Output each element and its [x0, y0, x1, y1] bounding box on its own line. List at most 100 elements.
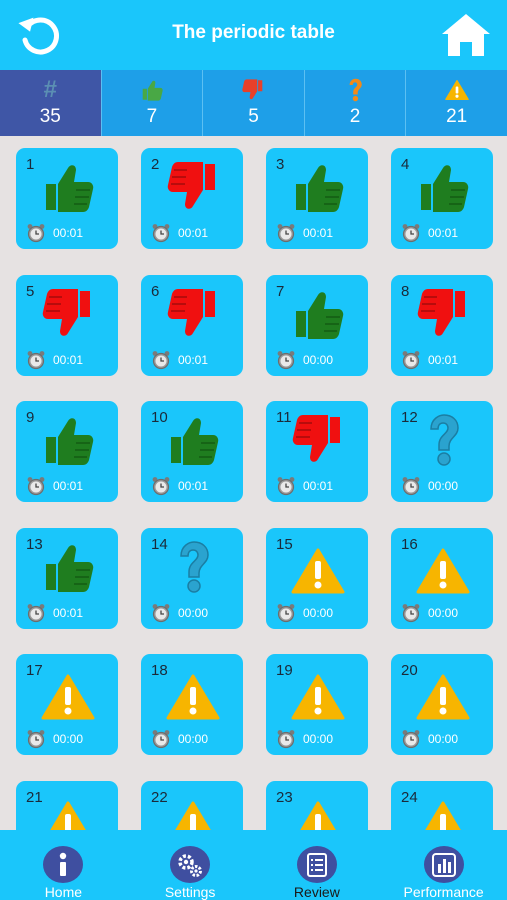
- stat-unsure[interactable]: 2: [305, 70, 407, 136]
- question-tile[interactable]: 24: [391, 780, 493, 830]
- thumbs-up-icon: [292, 160, 344, 214]
- tab-performance-label: Performance: [403, 884, 484, 900]
- question-time: 00:01: [53, 352, 84, 367]
- question-tile[interactable]: 23: [266, 780, 368, 830]
- warning-icon: [291, 799, 343, 830]
- question-tile[interactable]: 3 00:01: [266, 148, 368, 249]
- stat-unanswered-value: 21: [446, 106, 468, 127]
- warning-icon: [41, 799, 93, 830]
- thumbs-up-icon: [167, 413, 219, 467]
- question-number: 8: [401, 282, 410, 300]
- alarm-clock-icon: [26, 223, 46, 243]
- thumbs-down-icon: [242, 79, 263, 100]
- thumbs-down-icon: [292, 413, 344, 467]
- question-tile[interactable]: 15 00:00: [266, 527, 368, 629]
- tab-settings[interactable]: Settings: [127, 830, 254, 900]
- question-tile[interactable]: 13 00:01: [16, 527, 118, 629]
- question-tile[interactable]: 11 00:01: [266, 401, 368, 502]
- question-tile[interactable]: 6 00:01: [141, 274, 243, 376]
- question-tile[interactable]: 18 00:00: [141, 654, 243, 755]
- alarm-clock-icon: [401, 223, 421, 243]
- question-time: 00:00: [303, 732, 334, 746]
- question-tile[interactable]: 17 00:00: [16, 654, 118, 755]
- question-tile[interactable]: 19 00:00: [266, 654, 368, 755]
- question-number: 1: [26, 156, 35, 173]
- stat-correct[interactable]: 7: [102, 70, 204, 136]
- alarm-clock-icon: [151, 223, 171, 243]
- tab-home[interactable]: Home: [0, 830, 127, 900]
- question-number: 12: [401, 409, 418, 426]
- thumbs-up-icon: [42, 160, 94, 214]
- question-tile[interactable]: 4 00:01: [391, 148, 493, 249]
- question-time: 00:01: [178, 479, 209, 493]
- question-tile[interactable]: 16 00:00: [391, 527, 493, 629]
- tab-review[interactable]: Review: [254, 830, 381, 900]
- stat-total[interactable]: # 35: [0, 70, 102, 136]
- question-icon: [167, 540, 219, 594]
- stat-wrong[interactable]: 5: [203, 70, 305, 136]
- question-tile[interactable]: 8 00:01: [391, 274, 493, 376]
- question-tile[interactable]: 9 00:01: [16, 401, 118, 502]
- bottom-tab-bar: Home Settings Review Performance: [0, 830, 507, 900]
- question-time: 00:01: [53, 479, 84, 493]
- question-number: 10: [151, 409, 168, 426]
- alarm-clock-icon: [401, 603, 421, 623]
- thumbs-up-icon: [142, 80, 163, 101]
- question-icon: [349, 78, 362, 102]
- thumbs-up-icon: [42, 413, 94, 467]
- question-number: 5: [26, 282, 35, 300]
- question-grid: 1 00:01 2 00:01 3 00:01 4 00:01 5 00:01 6 00:01 7 00:…: [0, 136, 507, 830]
- alarm-clock-icon: [151, 729, 171, 749]
- warning-icon: [416, 799, 468, 830]
- question-tile[interactable]: 12 00:00: [391, 401, 493, 502]
- home-button[interactable]: [440, 12, 492, 58]
- question-tile[interactable]: 5 00:01: [16, 274, 118, 376]
- warning-icon: [166, 799, 218, 830]
- stats-bar: # 35 7 5 2 21: [0, 70, 507, 136]
- question-icon: [417, 413, 469, 467]
- thumbs-down-icon: [167, 287, 219, 341]
- question-tile[interactable]: 1 00:01: [16, 148, 118, 249]
- thumbs-down-icon: [167, 160, 219, 214]
- list-icon: [296, 846, 337, 883]
- question-number: 2: [151, 156, 160, 173]
- warning-icon: [41, 672, 95, 726]
- stat-wrong-value: 5: [248, 106, 259, 127]
- question-tile[interactable]: 21: [16, 780, 118, 830]
- alarm-clock-icon: [151, 350, 171, 370]
- alarm-clock-icon: [26, 476, 46, 496]
- question-time: 00:01: [178, 226, 209, 240]
- question-number: 4: [401, 156, 410, 173]
- question-tile[interactable]: 7 00:00: [266, 274, 368, 376]
- thumbs-up-icon: [42, 540, 94, 594]
- question-time: 00:01: [53, 605, 84, 620]
- question-time: 00:01: [303, 226, 334, 240]
- question-tile[interactable]: 20 00:00: [391, 654, 493, 755]
- tab-review-label: Review: [293, 884, 340, 900]
- alarm-clock-icon: [151, 603, 171, 623]
- question-time: 00:00: [303, 605, 334, 620]
- warning-icon: [291, 672, 345, 726]
- question-number: 6: [151, 282, 160, 300]
- alarm-clock-icon: [401, 350, 421, 370]
- question-tile[interactable]: 14 00:00: [141, 527, 243, 629]
- info-icon: [43, 846, 84, 883]
- alarm-clock-icon: [276, 729, 296, 749]
- warning-icon: [291, 546, 345, 600]
- alarm-clock-icon: [401, 729, 421, 749]
- stat-unsure-value: 2: [349, 106, 361, 127]
- question-tile[interactable]: 2 00:01: [141, 148, 243, 249]
- question-time: 00:00: [178, 605, 209, 620]
- thumbs-down-icon: [417, 287, 469, 341]
- thumbs-up-icon: [417, 160, 469, 214]
- alarm-clock-icon: [151, 476, 171, 496]
- question-tile[interactable]: 10 00:01: [141, 401, 243, 502]
- page-title: The periodic table: [172, 22, 335, 43]
- stat-unanswered[interactable]: 21: [406, 70, 507, 136]
- question-tile[interactable]: 22: [141, 780, 243, 830]
- thumbs-up-icon: [292, 287, 344, 341]
- question-number: 3: [276, 156, 285, 173]
- alarm-clock-icon: [401, 476, 421, 496]
- app-header: The periodic table: [0, 0, 507, 70]
- tab-performance[interactable]: Performance: [380, 830, 507, 900]
